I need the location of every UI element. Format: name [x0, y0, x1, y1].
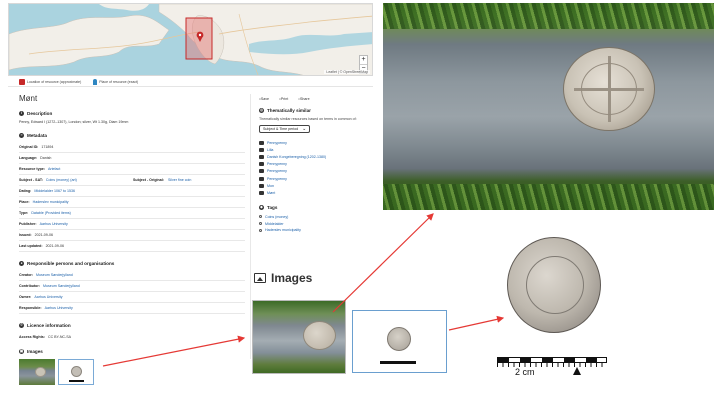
arrow-to-field-photo — [332, 213, 434, 313]
annotation-arrows — [102, 213, 505, 367]
arrow-to-enlarged — [102, 335, 246, 367]
arrow-to-scale-photo — [448, 315, 505, 331]
